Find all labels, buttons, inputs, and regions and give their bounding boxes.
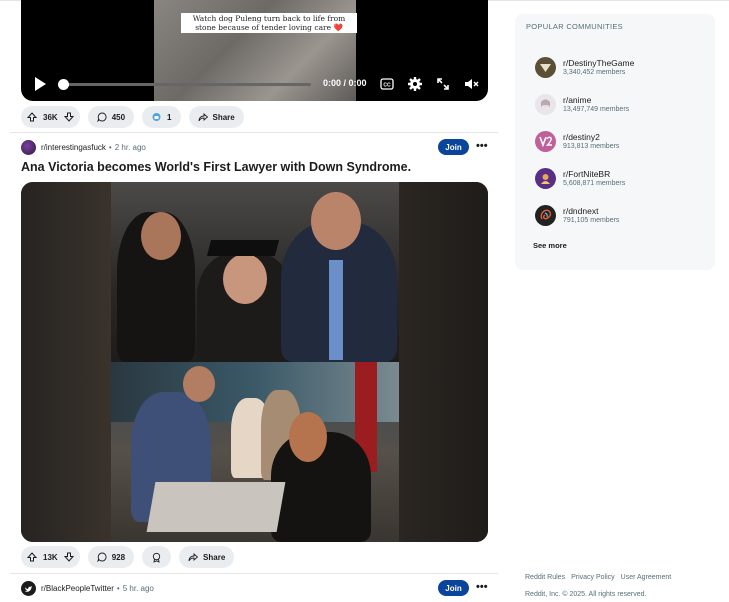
community-item[interactable]: r/DestinyTheGame 3,340,452 members	[535, 55, 710, 79]
join-button[interactable]: Join	[438, 139, 469, 155]
comments-button[interactable]: 450	[87, 106, 135, 128]
post-image[interactable]	[21, 182, 488, 542]
video-caption: Watch dog Puleng turn back to life from …	[181, 13, 357, 33]
footer-copyright: Reddit, Inc. © 2025. All rights reserved…	[525, 591, 647, 598]
tie	[329, 260, 343, 360]
community-name: r/DestinyTheGame	[563, 58, 635, 68]
more-options-icon[interactable]: •••	[476, 581, 488, 593]
face-graduate	[223, 254, 267, 304]
comment-icon	[96, 552, 107, 562]
scrubber-knob[interactable]	[58, 79, 69, 90]
award-count: 1	[167, 112, 172, 122]
community-members: 913,813 members	[563, 143, 620, 150]
share-button[interactable]: Share	[179, 546, 235, 568]
video-controls: 0:00 / 0:00 CC	[21, 67, 488, 101]
image-blur-right	[398, 182, 488, 542]
post-meta: r/interestingasfuck • 2 hr. ago	[21, 139, 146, 155]
post-title[interactable]: Ana Victoria becomes World's First Lawye…	[21, 160, 411, 174]
footer-link-rules[interactable]: Reddit Rules	[525, 574, 565, 581]
play-icon[interactable]	[31, 75, 49, 93]
post-actions: 13K 928 Share	[21, 546, 235, 568]
community-members: 13,497,749 members	[563, 106, 630, 113]
join-button[interactable]: Join	[438, 580, 469, 596]
face-presenter	[183, 366, 215, 402]
captions-icon[interactable]: CC	[379, 76, 395, 92]
share-label: Share	[212, 112, 235, 122]
vote-control: 13K	[21, 546, 80, 568]
footer-link-agreement[interactable]: User Agreement	[621, 574, 672, 581]
see-more-link[interactable]: See more	[533, 241, 567, 250]
photo-diploma-ceremony	[111, 362, 399, 542]
graduation-cap	[206, 240, 280, 256]
popular-communities-panel: POPULAR COMMUNITIES r/DestinyTheGame 3,34…	[515, 14, 715, 270]
subreddit-avatar[interactable]	[21, 580, 36, 596]
fortnite-avatar-icon	[535, 167, 556, 189]
subreddit-name[interactable]: r/BlackPeopleTwitter	[41, 584, 114, 593]
community-members: 5,608,871 members	[563, 180, 626, 187]
meta-separator: •	[116, 583, 120, 593]
comment-count: 928	[111, 552, 126, 562]
share-icon	[198, 113, 208, 122]
image-blur-left	[21, 182, 111, 542]
video-scrubber[interactable]	[58, 79, 311, 90]
community-name: r/dndnext	[563, 206, 599, 216]
award-button[interactable]: 1	[142, 106, 181, 128]
post-time: 5 hr. ago	[122, 583, 154, 593]
comments-button[interactable]: 928	[87, 546, 135, 568]
photo-graduation-group	[111, 182, 399, 362]
upvote-icon[interactable]	[27, 552, 37, 562]
meta-separator: •	[108, 142, 112, 152]
community-name: r/destiny2	[563, 132, 600, 142]
comment-count: 450	[111, 112, 126, 122]
award-icon	[152, 552, 161, 563]
post-time: 2 hr. ago	[114, 142, 146, 152]
share-icon	[188, 553, 199, 562]
face-woman-left	[141, 212, 181, 260]
share-button[interactable]: Share	[188, 106, 244, 128]
next-post-meta: r/BlackPeopleTwitter • 5 hr. ago	[21, 580, 154, 596]
diploma-table	[146, 482, 286, 532]
community-item[interactable]: r/anime 13,497,749 members	[535, 92, 710, 116]
community-item[interactable]: r/destiny2 913,813 members	[535, 129, 710, 153]
vote-control: 36K	[21, 106, 80, 128]
community-item[interactable]: r/FortNiteBR 5,608,871 members	[535, 166, 710, 190]
anime-avatar-icon	[535, 93, 556, 115]
community-name: r/FortNiteBR	[563, 169, 611, 179]
svg-text:CC: CC	[383, 83, 391, 89]
mute-icon[interactable]	[463, 76, 479, 92]
downvote-icon[interactable]	[63, 112, 74, 122]
video-player[interactable]: Watch dog Puleng turn back to life from …	[21, 0, 488, 101]
sidebar-title: POPULAR COMMUNITIES	[526, 22, 623, 31]
destiny2-logo-icon	[535, 130, 556, 152]
upvote-count: 36K	[43, 112, 58, 122]
comment-icon	[96, 112, 107, 122]
post-divider	[10, 132, 498, 133]
more-options-icon[interactable]: •••	[476, 140, 488, 152]
dndnext-logo-icon	[535, 204, 556, 226]
settings-gear-icon[interactable]	[407, 76, 423, 92]
subreddit-name[interactable]: r/interestingasfuck	[41, 143, 106, 152]
footer-link-privacy[interactable]: Privacy Policy	[571, 574, 615, 581]
community-item[interactable]: r/dndnext 791,105 members	[535, 203, 710, 227]
share-label: Share	[203, 552, 226, 562]
video-post-actions: 36K 450 1 Share	[21, 106, 244, 128]
award-button[interactable]	[142, 546, 172, 568]
face-man-right	[311, 192, 361, 250]
destiny-logo-icon	[535, 56, 556, 78]
footer-links: Reddit Rules Privacy Policy User Agreeme…	[525, 574, 671, 581]
community-name: r/anime	[563, 95, 592, 105]
twitter-bird-icon	[24, 585, 32, 592]
subreddit-avatar[interactable]	[21, 139, 36, 155]
community-members: 791,105 members	[563, 217, 620, 224]
fullscreen-icon[interactable]	[435, 76, 451, 92]
award-icon	[152, 112, 161, 121]
upvote-count: 13K	[43, 552, 58, 562]
downvote-icon[interactable]	[63, 552, 74, 562]
hair-graduate	[289, 412, 327, 462]
upvote-icon[interactable]	[27, 112, 37, 122]
community-members: 3,340,452 members	[563, 69, 626, 76]
video-time: 0:00 / 0:00	[323, 78, 367, 88]
post-divider	[10, 573, 498, 574]
